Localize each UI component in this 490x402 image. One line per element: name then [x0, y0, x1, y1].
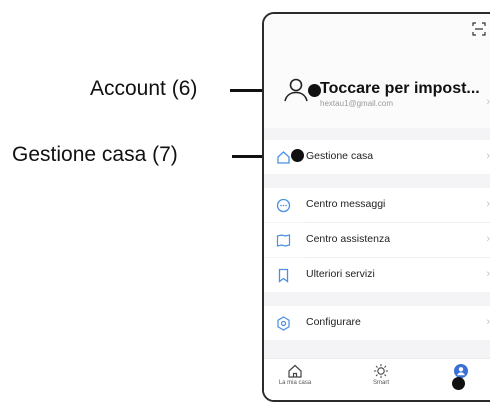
account-title[interactable]: Toccare per impost...	[320, 80, 480, 98]
account-email: hextau1@gmail.com	[320, 99, 394, 108]
menu-label: Centro messaggi	[306, 198, 386, 210]
settings-icon	[277, 316, 290, 331]
menu-label: Centro assistenza	[306, 233, 391, 245]
chevron-right-icon: ›	[486, 150, 490, 162]
scan-icon[interactable]	[472, 22, 486, 36]
menu-label: Ulteriori servizi	[306, 268, 375, 280]
profile-header: Toccare per impost... hextau1@gmail.com …	[264, 14, 490, 128]
menu-item-configurare[interactable]: Configurare ›	[264, 306, 490, 340]
book-icon	[276, 234, 291, 247]
callout-profile-dot	[452, 377, 465, 390]
chevron-right-icon: ›	[486, 96, 490, 108]
callout-gestione: Gestione casa (7)	[12, 143, 178, 166]
bookmark-icon	[278, 268, 289, 283]
chevron-right-icon: ›	[486, 198, 490, 210]
chevron-right-icon: ›	[486, 268, 490, 280]
menu-label: Gestione casa	[306, 150, 374, 162]
callout-gestione-dot	[291, 149, 304, 162]
menu-item-centro-assistenza[interactable]: Centro assistenza ›	[264, 223, 490, 257]
chevron-right-icon: ›	[486, 233, 490, 245]
menu-label: Configurare	[306, 316, 361, 328]
tab-home[interactable]: La mia casa	[270, 363, 320, 386]
message-icon	[276, 198, 291, 213]
tab-smart[interactable]: Smart	[356, 363, 406, 386]
home-icon	[288, 364, 302, 378]
callout-account: Account (6)	[90, 77, 198, 100]
house-icon	[277, 151, 290, 164]
phone-screen: Toccare per impost... hextau1@gmail.com …	[262, 12, 490, 402]
tab-label: Smart	[372, 380, 389, 386]
menu-item-ulteriori-servizi[interactable]: Ulteriori servizi ›	[264, 258, 490, 292]
sun-icon	[374, 364, 388, 378]
menu-item-centro-messaggi[interactable]: Centro messaggi ›	[264, 188, 490, 222]
callout-account-dot	[308, 84, 321, 97]
tab-label: La mia casa	[278, 380, 312, 386]
avatar-icon[interactable]	[282, 76, 310, 104]
chevron-right-icon: ›	[486, 316, 490, 328]
